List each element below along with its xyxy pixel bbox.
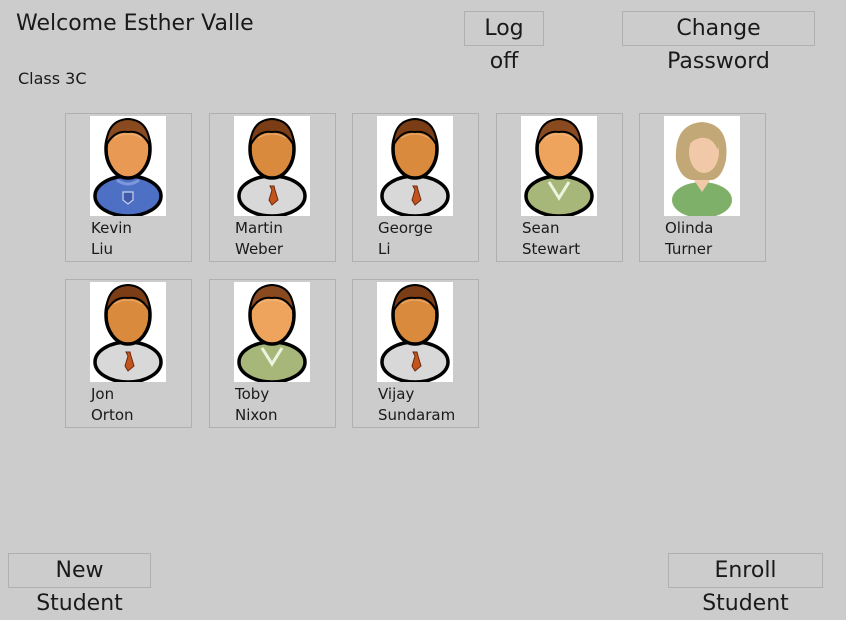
log-off-button[interactable]: Log off xyxy=(464,11,544,74)
student-card[interactable]: Olinda Turner xyxy=(639,113,766,262)
change-password-button[interactable]: Change Password xyxy=(622,11,815,74)
student-card[interactable]: George Li xyxy=(352,113,479,262)
student-first-name: George xyxy=(378,219,433,237)
male-student-green-shirt-icon xyxy=(234,282,310,382)
student-first-name: Toby xyxy=(235,385,270,403)
student-card[interactable]: Jon Orton xyxy=(65,279,192,428)
student-last-name: Weber xyxy=(235,240,284,258)
student-last-name: Stewart xyxy=(522,240,581,258)
new-student-button[interactable]: New Student xyxy=(8,553,151,616)
student-card[interactable]: Kevin Liu xyxy=(65,113,192,262)
student-last-name: Orton xyxy=(91,406,134,424)
student-last-name: Liu xyxy=(91,240,114,258)
female-student-icon xyxy=(664,116,740,216)
student-first-name: Martin xyxy=(235,219,283,237)
student-card[interactable]: Vijay Sundaram xyxy=(352,279,479,428)
student-last-name: Nixon xyxy=(235,406,278,424)
male-student-tie-icon xyxy=(234,116,310,216)
student-card[interactable]: Sean Stewart xyxy=(496,113,623,262)
welcome-message: Welcome Esther Valle xyxy=(16,11,254,36)
male-student-green-shirt-icon xyxy=(521,116,597,216)
student-first-name: Jon xyxy=(91,385,115,403)
student-first-name: Olinda xyxy=(665,219,714,237)
student-grid: Kevin Liu Martin Weber George Li Sean Stewart Ol… xyxy=(65,113,785,443)
student-first-name: Kevin xyxy=(91,219,132,237)
student-last-name: Sundaram xyxy=(378,406,456,424)
male-student-tie-icon xyxy=(377,116,453,216)
student-last-name: Turner xyxy=(665,240,713,258)
male-student-blue-sweater-icon xyxy=(90,116,166,216)
student-card[interactable]: Toby Nixon xyxy=(209,279,336,428)
student-last-name: Li xyxy=(378,240,391,258)
class-name: Class 3C xyxy=(18,69,87,88)
student-first-name: Sean xyxy=(522,219,560,237)
male-student-tie-icon xyxy=(90,282,166,382)
male-student-tie-icon xyxy=(377,282,453,382)
student-card[interactable]: Martin Weber xyxy=(209,113,336,262)
enroll-student-button[interactable]: Enroll Student xyxy=(668,553,823,616)
student-first-name: Vijay xyxy=(378,385,415,403)
